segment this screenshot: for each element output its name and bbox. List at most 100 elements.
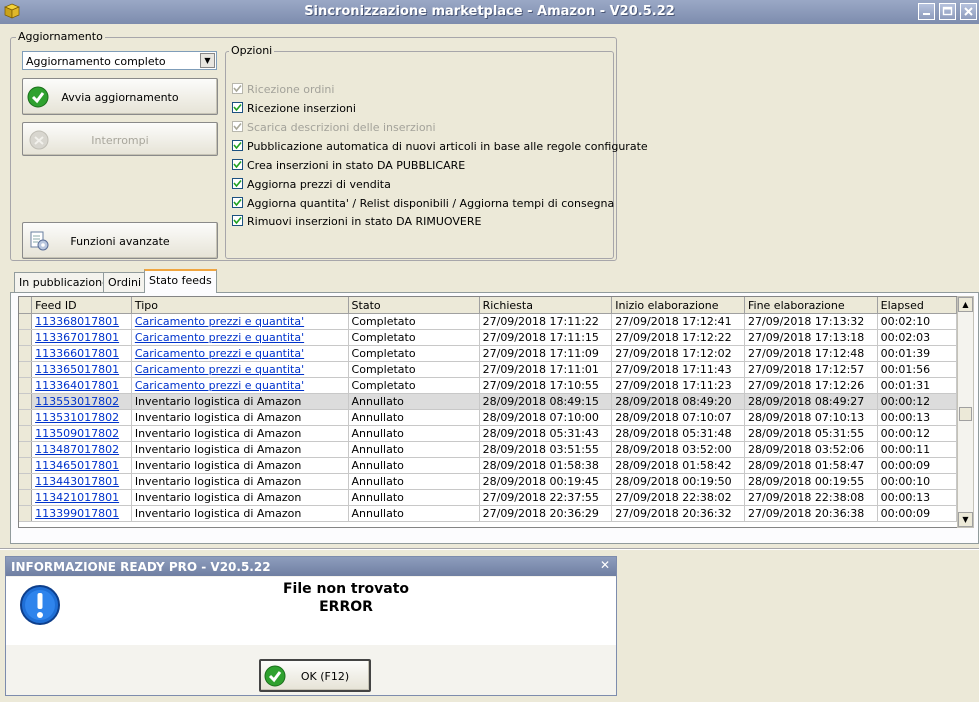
feed-id-link[interactable]: 113553017802 [35, 395, 119, 408]
feed-id-link[interactable]: 113367017801 [35, 331, 119, 344]
checkbox-aggiorna-quantita[interactable] [232, 197, 243, 208]
checkbox-ricezione-ordini[interactable] [232, 83, 243, 94]
feed-id-link[interactable]: 113366017801 [35, 347, 119, 360]
dialog-close-icon[interactable]: ✕ [600, 558, 610, 572]
cell-elapsed: 00:00:12 [877, 393, 957, 410]
cell-feed-id[interactable]: 113367017801 [31, 329, 132, 346]
row-indicator[interactable] [19, 345, 33, 362]
column-header-feed-id[interactable]: Feed ID [31, 297, 132, 314]
cell-tipo[interactable]: Caricamento prezzi e quantita' [131, 345, 349, 362]
cell-feed-id[interactable]: 113368017801 [31, 313, 132, 330]
checkbox-rimuovi-inserzioni[interactable] [232, 215, 243, 226]
row-indicator[interactable] [19, 505, 33, 522]
row-indicator[interactable] [19, 409, 33, 426]
column-header-fine[interactable]: Fine elaborazione [744, 297, 878, 314]
feed-id-link[interactable]: 113368017801 [35, 315, 119, 328]
cell-feed-id[interactable]: 113399017801 [31, 505, 132, 522]
cell-tipo[interactable]: Caricamento prezzi e quantita' [131, 377, 349, 394]
table-row-selected[interactable]: 113553017802 Inventario logistica di Ama… [19, 393, 957, 410]
tab-ordini[interactable]: Ordini [103, 272, 147, 292]
row-indicator[interactable] [19, 441, 33, 458]
start-update-button[interactable]: Avvia aggiornamento [22, 78, 218, 115]
tipo-link[interactable]: Caricamento prezzi e quantita' [135, 331, 304, 344]
feed-id-link[interactable]: 113421017801 [35, 491, 119, 504]
tipo-link[interactable]: Caricamento prezzi e quantita' [135, 363, 304, 376]
tipo-link[interactable]: Caricamento prezzi e quantita' [135, 379, 304, 392]
minimize-icon [923, 13, 930, 15]
row-indicator[interactable] [19, 377, 33, 394]
column-header-richiesta[interactable]: Richiesta [479, 297, 613, 314]
checkbox-aggiorna-prezzi[interactable] [232, 178, 243, 189]
maximize-button[interactable] [939, 3, 956, 20]
opzioni-label: Opzioni [229, 44, 275, 57]
scroll-up-arrow-icon[interactable]: ▲ [958, 297, 973, 312]
cell-feed-id[interactable]: 113509017802 [31, 425, 132, 442]
row-indicator[interactable] [19, 393, 33, 410]
column-header-inizio[interactable]: Inizio elaborazione [611, 297, 745, 314]
table-row[interactable]: 113399017801 Inventario logistica di Ama… [19, 505, 957, 522]
table-row[interactable]: 113365017801 Caricamento prezzi e quanti… [19, 361, 957, 378]
feed-id-link[interactable]: 113487017802 [35, 443, 119, 456]
cell-feed-id[interactable]: 113365017801 [31, 361, 132, 378]
cell-feed-id[interactable]: 113531017802 [31, 409, 132, 426]
update-mode-select[interactable]: Aggiornamento completo ▼ [22, 51, 217, 70]
column-header-stato[interactable]: Stato [348, 297, 480, 314]
table-row[interactable]: 113465017801 Inventario logistica di Ama… [19, 457, 957, 474]
cell-tipo[interactable]: Caricamento prezzi e quantita' [131, 329, 349, 346]
advanced-functions-button[interactable]: Funzioni avanzate [22, 222, 218, 259]
feed-id-link[interactable]: 113465017801 [35, 459, 119, 472]
column-header-tipo[interactable]: Tipo [131, 297, 349, 314]
row-indicator[interactable] [19, 313, 33, 330]
checkbox-ricezione-inserzioni[interactable] [232, 102, 243, 113]
row-indicator[interactable] [19, 329, 33, 346]
grid-vertical-scrollbar[interactable]: ▲ ▼ [957, 296, 974, 528]
scroll-down-arrow-icon[interactable]: ▼ [958, 512, 973, 527]
tab-in-pubblicazione[interactable]: In pubblicazione [14, 272, 114, 292]
stop-button[interactable]: Interrompi [22, 122, 218, 156]
cell-feed-id[interactable]: 113364017801 [31, 377, 132, 394]
table-row[interactable]: 113531017802 Inventario logistica di Ama… [19, 409, 957, 426]
table-row[interactable]: 113443017801 Inventario logistica di Ama… [19, 473, 957, 490]
cell-feed-id[interactable]: 113465017801 [31, 457, 132, 474]
table-row[interactable]: 113509017802 Inventario logistica di Ama… [19, 425, 957, 442]
cell-feed-id[interactable]: 113443017801 [31, 473, 132, 490]
chevron-down-icon[interactable]: ▼ [200, 53, 215, 68]
table-row[interactable]: 113364017801 Caricamento prezzi e quanti… [19, 377, 957, 394]
row-indicator[interactable] [19, 425, 33, 442]
cell-feed-id[interactable]: 113553017802 [31, 393, 132, 410]
table-row[interactable]: 113367017801 Caricamento prezzi e quanti… [19, 329, 957, 346]
checkbox-crea-inserzioni[interactable] [232, 159, 243, 170]
feeds-table: Feed ID Tipo Stato Richiesta Inizio elab… [19, 297, 957, 522]
tab-stato-feeds[interactable]: Stato feeds [144, 269, 217, 293]
cell-tipo[interactable]: Caricamento prezzi e quantita' [131, 361, 349, 378]
tipo-link[interactable]: Caricamento prezzi e quantita' [135, 315, 304, 328]
feed-id-link[interactable]: 113443017801 [35, 475, 119, 488]
column-header-elapsed[interactable]: Elapsed [877, 297, 957, 314]
feeds-grid[interactable]: Feed ID Tipo Stato Richiesta Inizio elab… [18, 296, 958, 528]
row-indicator[interactable] [19, 457, 33, 474]
table-row[interactable]: 113368017801 Caricamento prezzi e quanti… [19, 313, 957, 330]
minimize-button[interactable] [918, 3, 935, 20]
cell-feed-id[interactable]: 113366017801 [31, 345, 132, 362]
checkbox-scarica-descrizioni[interactable] [232, 121, 243, 132]
ok-button[interactable]: OK (F12) [259, 659, 371, 692]
tipo-link[interactable]: Caricamento prezzi e quantita' [135, 347, 304, 360]
cell-feed-id[interactable]: 113487017802 [31, 441, 132, 458]
row-indicator[interactable] [19, 473, 33, 490]
table-row[interactable]: 113421017801 Inventario logistica di Ama… [19, 489, 957, 506]
table-row[interactable]: 113487017802 Inventario logistica di Ama… [19, 441, 957, 458]
feed-id-link[interactable]: 113509017802 [35, 427, 119, 440]
row-indicator[interactable] [19, 489, 33, 506]
cell-tipo[interactable]: Caricamento prezzi e quantita' [131, 313, 349, 330]
close-button[interactable] [960, 3, 977, 20]
scroll-thumb[interactable] [959, 407, 972, 421]
feed-id-link[interactable]: 113365017801 [35, 363, 119, 376]
feed-id-link[interactable]: 113364017801 [35, 379, 119, 392]
feed-id-link[interactable]: 113531017802 [35, 411, 119, 424]
cell-feed-id[interactable]: 113421017801 [31, 489, 132, 506]
table-row[interactable]: 113366017801 Caricamento prezzi e quanti… [19, 345, 957, 362]
feed-id-link[interactable]: 113399017801 [35, 507, 119, 520]
row-indicator[interactable] [19, 361, 33, 378]
check-icon [233, 198, 242, 207]
checkbox-pubblicazione-automatica[interactable] [232, 140, 243, 151]
